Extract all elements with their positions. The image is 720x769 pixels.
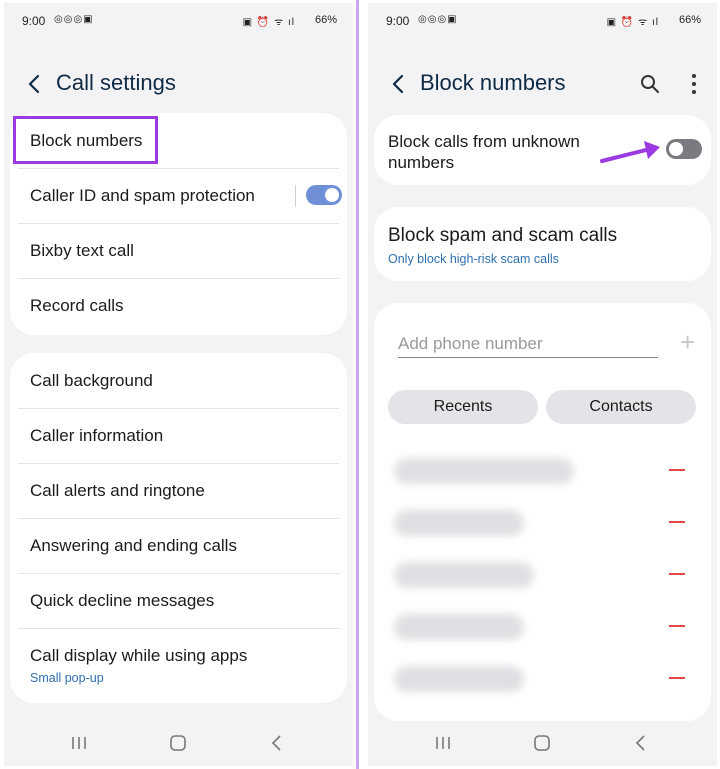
recents-nav-icon[interactable]	[432, 732, 454, 754]
call-settings-card-2: Call background Caller information Call …	[10, 353, 347, 703]
pointer-arrow-icon	[600, 141, 660, 163]
call-settings-screen: 9:00 ◎◎◎▣ ▣ ⏰ ᯤ ıl 66% Call settings Blo…	[4, 3, 353, 766]
app-header: Block numbers	[368, 65, 717, 105]
item-label: Record calls	[30, 296, 124, 315]
blocked-numbers-card: Add phone number + Recents Contacts	[374, 303, 711, 721]
recents-button[interactable]: Recents	[388, 390, 538, 424]
status-time: 9:00	[386, 14, 410, 28]
search-icon[interactable]	[639, 73, 661, 95]
remove-icon[interactable]	[669, 677, 685, 679]
blocked-number-row	[394, 510, 524, 536]
status-bar: 9:00 ◎◎◎▣ ▣ ⏰ ᯤ ıl 66%	[4, 11, 353, 29]
record-calls-item[interactable]: Record calls	[18, 278, 339, 333]
notification-icons: ◎◎◎▣	[418, 14, 458, 25]
vertical-separator	[295, 185, 296, 207]
item-label: Caller information	[30, 426, 164, 445]
blocked-number-row	[394, 562, 534, 588]
back-icon[interactable]	[22, 69, 48, 99]
toggle-knob	[669, 142, 683, 156]
system-icons: ▣ ⏰ ᯤ ıl	[242, 17, 295, 28]
block-unknown-card[interactable]: Block calls from unknown numbers	[374, 115, 711, 185]
contacts-button[interactable]: Contacts	[546, 390, 696, 424]
item-label: Bixby text call	[30, 241, 134, 260]
answering-ending-calls-item[interactable]: Answering and ending calls	[18, 518, 339, 574]
blocked-number-row	[394, 614, 524, 640]
back-icon[interactable]	[386, 69, 412, 99]
blocked-number-row	[394, 458, 574, 484]
recents-nav-icon[interactable]	[68, 732, 90, 754]
page-title: Block numbers	[420, 70, 566, 95]
battery-level: 66%	[678, 14, 701, 26]
add-phone-number-input[interactable]: Add phone number	[398, 328, 658, 358]
back-nav-icon[interactable]	[630, 732, 652, 754]
remove-icon[interactable]	[669, 469, 685, 471]
home-nav-icon[interactable]	[531, 732, 553, 754]
block-numbers-screen: 9:00 ◎◎◎▣ ▣ ⏰ ᯤ ıl 66% Block numbers Blo…	[368, 3, 717, 766]
item-label: Answering and ending calls	[30, 536, 237, 555]
back-nav-icon[interactable]	[266, 732, 288, 754]
item-label: Quick decline messages	[30, 591, 215, 610]
screenshot-divider	[356, 0, 359, 769]
highlight-block-numbers	[13, 116, 158, 164]
block-spam-sublabel: Only block high-risk scam calls	[388, 252, 559, 266]
bixby-text-call-item[interactable]: Bixby text call	[18, 223, 339, 279]
item-label: Call alerts and ringtone	[30, 481, 205, 500]
home-nav-icon[interactable]	[167, 732, 189, 754]
item-sublabel: Small pop-up	[30, 671, 104, 685]
battery-level: 66%	[314, 14, 337, 26]
remove-icon[interactable]	[669, 573, 685, 575]
navigation-bar	[4, 720, 353, 766]
page-title: Call settings	[56, 70, 176, 95]
item-label: Call background	[30, 371, 153, 390]
blocked-number-row	[394, 666, 524, 692]
caller-information-item[interactable]: Caller information	[18, 408, 339, 464]
add-icon[interactable]: +	[680, 327, 695, 358]
status-time: 9:00	[22, 14, 46, 28]
block-unknown-toggle[interactable]	[666, 139, 702, 159]
system-icons: ▣ ⏰ ᯤ ıl	[606, 17, 659, 28]
app-header: Call settings	[4, 65, 353, 105]
block-unknown-label: Block calls from unknown numbers	[388, 132, 580, 172]
navigation-bar	[368, 720, 717, 766]
toggle-knob	[325, 188, 339, 202]
more-options-icon[interactable]	[687, 71, 701, 97]
status-bar: 9:00 ◎◎◎▣ ▣ ⏰ ᯤ ıl 66%	[368, 11, 717, 29]
quick-decline-messages-item[interactable]: Quick decline messages	[18, 573, 339, 629]
caller-id-toggle[interactable]	[306, 185, 342, 205]
call-background-item[interactable]: Call background	[18, 353, 339, 409]
item-label: Caller ID and spam protection	[30, 186, 255, 205]
notification-icons: ◎◎◎▣	[54, 14, 94, 25]
remove-icon[interactable]	[669, 521, 685, 523]
call-alerts-ringtone-item[interactable]: Call alerts and ringtone	[18, 463, 339, 519]
block-spam-card[interactable]: Block spam and scam calls Only block hig…	[374, 207, 711, 281]
caller-id-spam-item[interactable]: Caller ID and spam protection	[18, 168, 342, 224]
call-display-apps-item[interactable]: Call display while using apps Small pop-…	[18, 628, 339, 698]
item-label: Call display while using apps	[30, 646, 248, 665]
remove-icon[interactable]	[669, 625, 685, 627]
block-spam-label: Block spam and scam calls	[388, 225, 618, 246]
